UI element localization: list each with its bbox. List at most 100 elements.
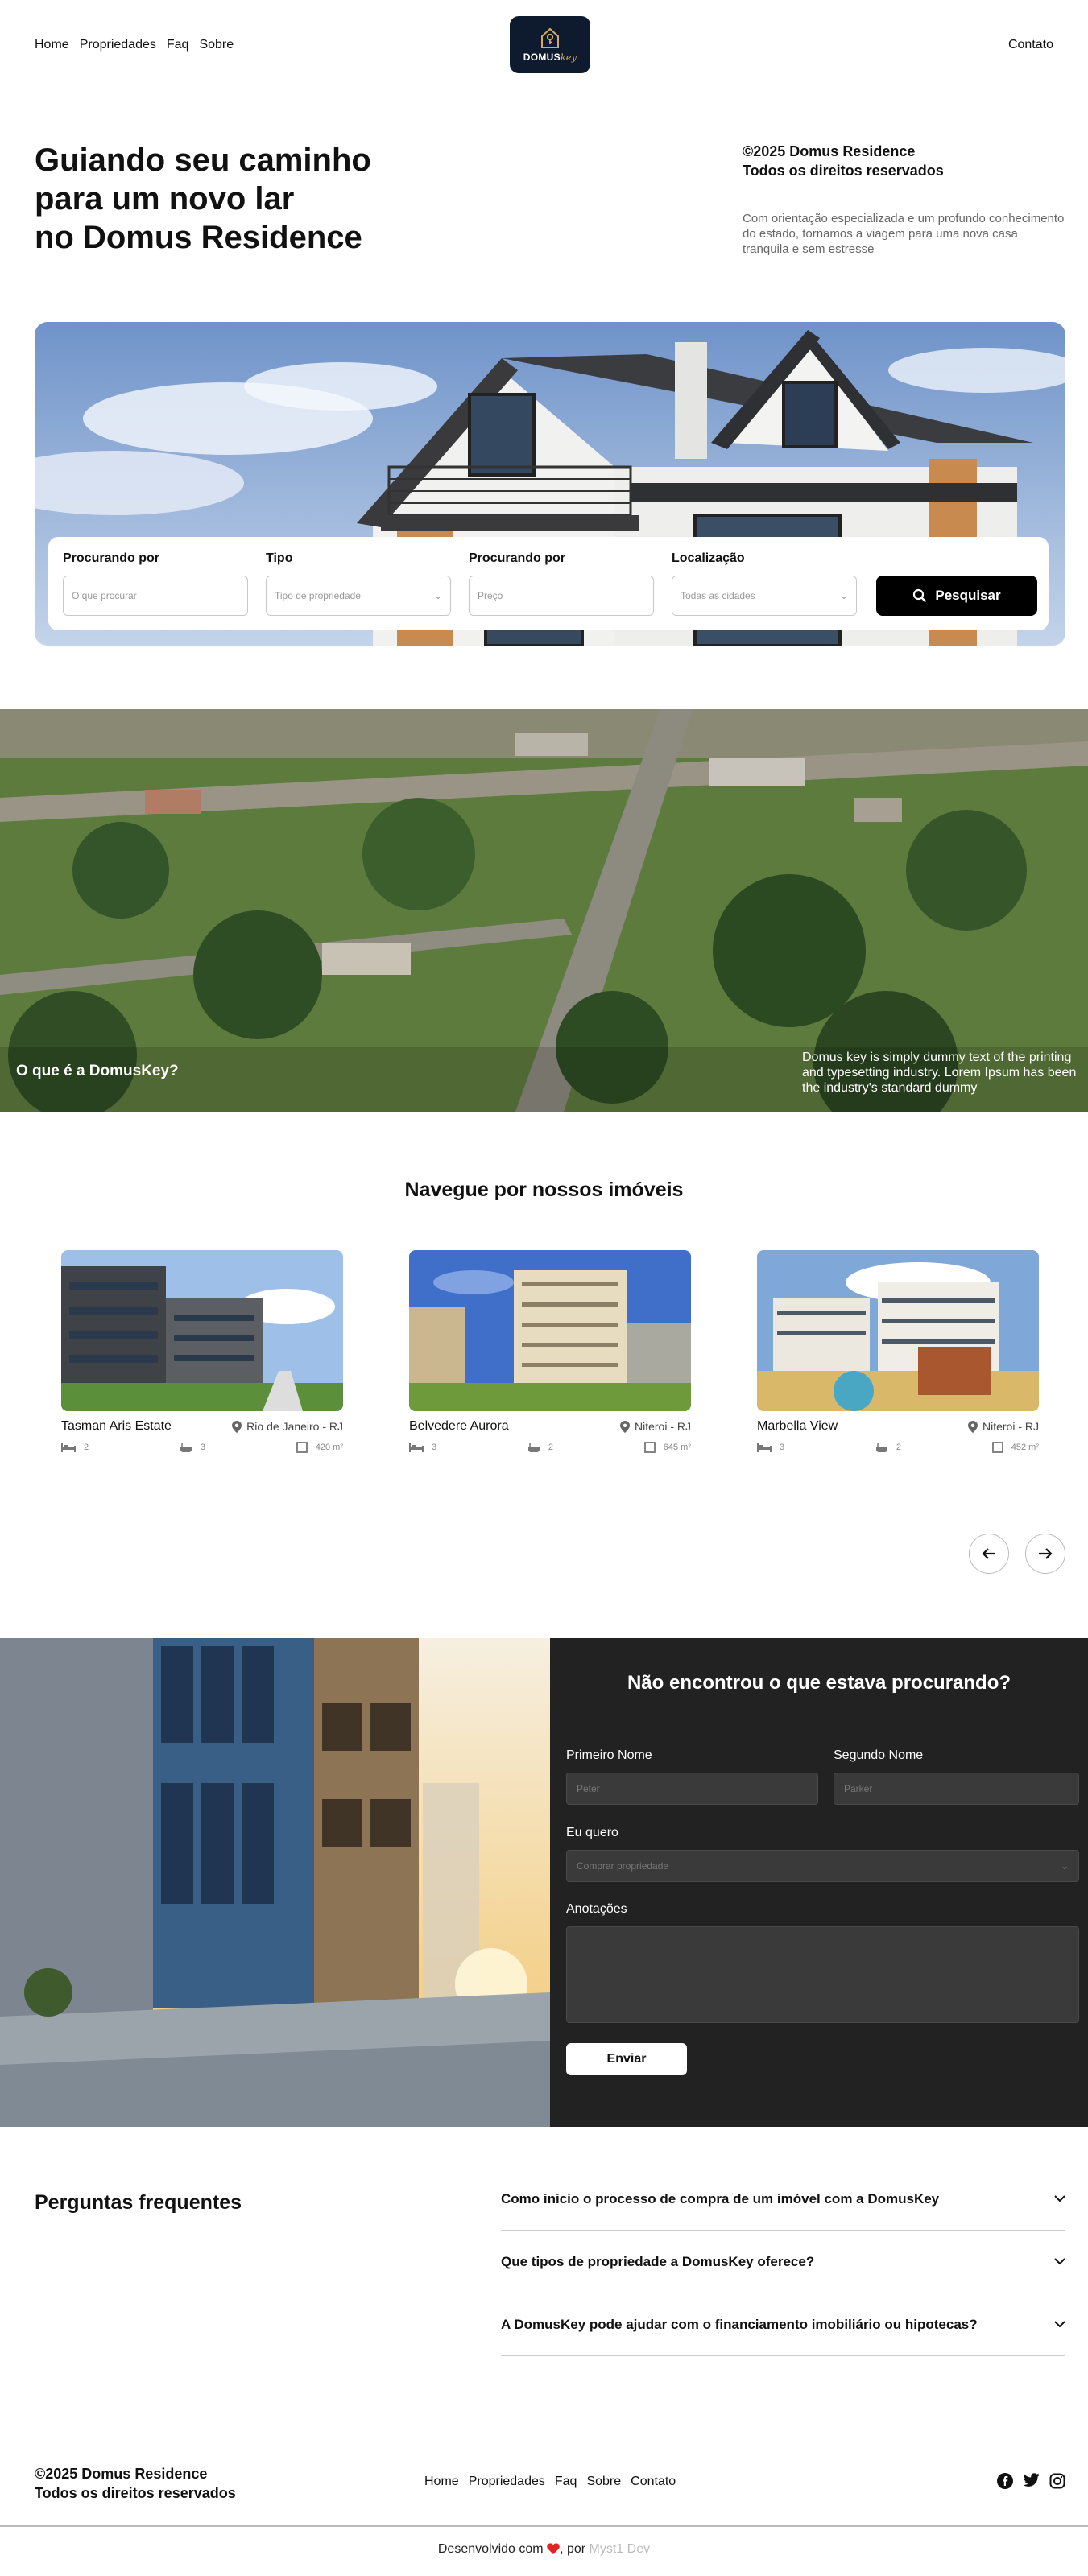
hero-description: Com orientação especializada e um profun…: [743, 212, 1065, 256]
faq-item[interactable]: Que tipos de propriedade a DomusKey ofer…: [501, 2231, 1065, 2293]
keyword-input[interactable]: O que procurar: [63, 576, 248, 616]
intent-select[interactable]: Comprar propriedade ⌄: [566, 1850, 1079, 1882]
twitter-icon[interactable]: [1023, 2473, 1040, 2487]
copyright-line: ©2025 Domus Residence: [743, 143, 916, 159]
notes-textarea[interactable]: [566, 1926, 1079, 2023]
chevron-down-icon: ⌄: [839, 590, 848, 601]
footer-divider: [0, 2525, 1088, 2527]
nav-properties[interactable]: Propriedades: [80, 38, 156, 52]
bath-icon: [527, 1442, 540, 1452]
price-input[interactable]: Preço: [469, 576, 654, 616]
chevron-down-icon: [1054, 2321, 1065, 2328]
instagram-icon[interactable]: [1049, 2473, 1065, 2489]
footer-nav-faq[interactable]: Faq: [555, 2475, 577, 2489]
footer-nav-about[interactable]: Sobre: [586, 2475, 621, 2489]
bed-icon: [61, 1443, 76, 1452]
property-card[interactable]: Tasman Aris Estate Rio de Janeiro - RJ 2 …: [61, 1250, 343, 1453]
copyright-line: Todos os direitos reservados: [743, 163, 944, 179]
about-text: Domus key is simply dummy text of the pr…: [802, 1051, 1077, 1095]
hero-title-line: no Domus Residence: [35, 220, 362, 255]
notes-label: Anotações: [566, 1902, 627, 1916]
first-name-label: Primeiro Nome: [566, 1748, 652, 1762]
submit-button[interactable]: Enviar: [566, 2043, 687, 2075]
property-name: Belvedere Aurora: [409, 1419, 509, 1433]
heart-icon: [547, 2543, 560, 2554]
carousel-prev-button[interactable]: [969, 1534, 1009, 1574]
nav-about[interactable]: Sobre: [199, 38, 234, 52]
first-name-field[interactable]: Peter: [566, 1773, 818, 1805]
map-pin-icon: [967, 1420, 978, 1433]
last-name-label: Segundo Nome: [834, 1748, 924, 1762]
chevron-down-icon: [1054, 2195, 1065, 2202]
faq-item[interactable]: Como inicio o processo de compra de um i…: [501, 2168, 1065, 2231]
search-field-keyword: Procurando por O que procurar: [63, 551, 248, 616]
property-card[interactable]: Marbella View Niteroi - RJ 3 2 452 m²: [757, 1250, 1039, 1453]
property-image: [409, 1250, 691, 1411]
building-image: [0, 1638, 550, 2127]
faq-item[interactable]: A DomusKey pode ajudar com o financiamen…: [501, 2293, 1065, 2356]
footer-nav: Home Propriedades Faq Sobre Contato: [424, 2475, 676, 2489]
credit-author-link[interactable]: Myst1 Dev: [590, 2542, 651, 2556]
bed-icon: [757, 1443, 772, 1452]
contact-form-section: Não encontrou o que estava procurando? P…: [550, 1638, 1088, 2127]
search-field-type: Tipo Tipo de propriedade ⌄: [266, 551, 451, 616]
credit-by: , por: [560, 2542, 586, 2556]
search-label: Localização: [672, 551, 745, 565]
chevron-down-icon: ⌄: [433, 590, 442, 601]
property-name: Marbella View: [757, 1419, 838, 1433]
search-label: Procurando por: [469, 551, 566, 565]
bed-icon: [409, 1443, 424, 1452]
faq-title: Perguntas frequentes: [35, 2191, 242, 2214]
bedrooms: 3: [757, 1442, 784, 1453]
form-title: Não encontrou o que estava procurando?: [627, 1672, 1011, 1694]
hero-title: Guiando seu caminho para um novo lar no …: [35, 141, 453, 257]
facebook-icon[interactable]: [997, 2473, 1013, 2489]
footer-nav-contact[interactable]: Contato: [631, 2475, 676, 2489]
bath-icon: [875, 1442, 887, 1452]
carousel-next-button[interactable]: [1025, 1534, 1065, 1574]
area: 420 m²: [296, 1442, 343, 1453]
copyright-line: ©2025 Domus Residence: [35, 2466, 208, 2482]
arrow-left-icon: [982, 1548, 995, 1559]
search-button[interactable]: Pesquisar: [876, 576, 1037, 616]
search-label: Procurando por: [63, 551, 160, 565]
credit-prefix: Desenvolvido com: [437, 2542, 544, 2556]
footer-nav-properties[interactable]: Propriedades: [469, 2475, 545, 2489]
developer-credit: Desenvolvido com , por Myst1 Dev: [0, 2542, 1088, 2557]
area-icon: [991, 1442, 1003, 1453]
copyright-line: Todos os direitos reservados: [35, 2485, 236, 2501]
bathrooms: 2: [527, 1442, 553, 1453]
search-label: Tipo: [266, 551, 293, 565]
property-image: [757, 1250, 1039, 1411]
property-location: Niteroi - RJ: [967, 1420, 1039, 1433]
intent-label: Eu quero: [566, 1826, 618, 1839]
search-icon: [913, 588, 927, 603]
location-select[interactable]: Todas as cidades ⌄: [672, 576, 857, 616]
property-search: Procurando por O que procurar Tipo Tipo …: [48, 537, 1049, 630]
logo-wordmark: DOMUSkey: [523, 52, 577, 63]
bedrooms: 3: [409, 1442, 436, 1453]
chevron-down-icon: [1054, 2258, 1065, 2265]
property-card[interactable]: Belvedere Aurora Niteroi - RJ 3 2 645 m²: [409, 1250, 691, 1453]
chevron-down-icon: ⌄: [1060, 1860, 1069, 1872]
last-name-field[interactable]: Parker: [834, 1773, 1079, 1805]
map-pin-icon: [232, 1420, 242, 1433]
hero-copyright: ©2025 Domus Residence Todos os direitos …: [743, 142, 944, 180]
logo[interactable]: DOMUSkey: [510, 16, 590, 73]
nav-home[interactable]: Home: [35, 38, 69, 52]
nav-faq[interactable]: Faq: [167, 38, 189, 52]
listings-title: Navegue por nossos imóveis: [404, 1179, 684, 1201]
nav-contact[interactable]: Contato: [1008, 38, 1053, 52]
house-key-icon: [541, 27, 559, 48]
about-title: O que é a DomusKey?: [16, 1063, 179, 1080]
footer-nav-home[interactable]: Home: [424, 2475, 459, 2489]
main-nav: Home Propriedades Faq Sobre: [35, 38, 234, 52]
search-field-location: Localização Todas as cidades ⌄: [672, 551, 857, 616]
property-location: Rio de Janeiro - RJ: [232, 1420, 343, 1433]
area-icon: [296, 1442, 308, 1453]
bath-icon: [180, 1442, 192, 1452]
type-select[interactable]: Tipo de propriedade ⌄: [266, 576, 451, 616]
hero-title-line: para um novo lar: [35, 181, 295, 217]
property-location: Niteroi - RJ: [619, 1420, 691, 1433]
search-field-price: Procurando por Preço: [469, 551, 654, 616]
